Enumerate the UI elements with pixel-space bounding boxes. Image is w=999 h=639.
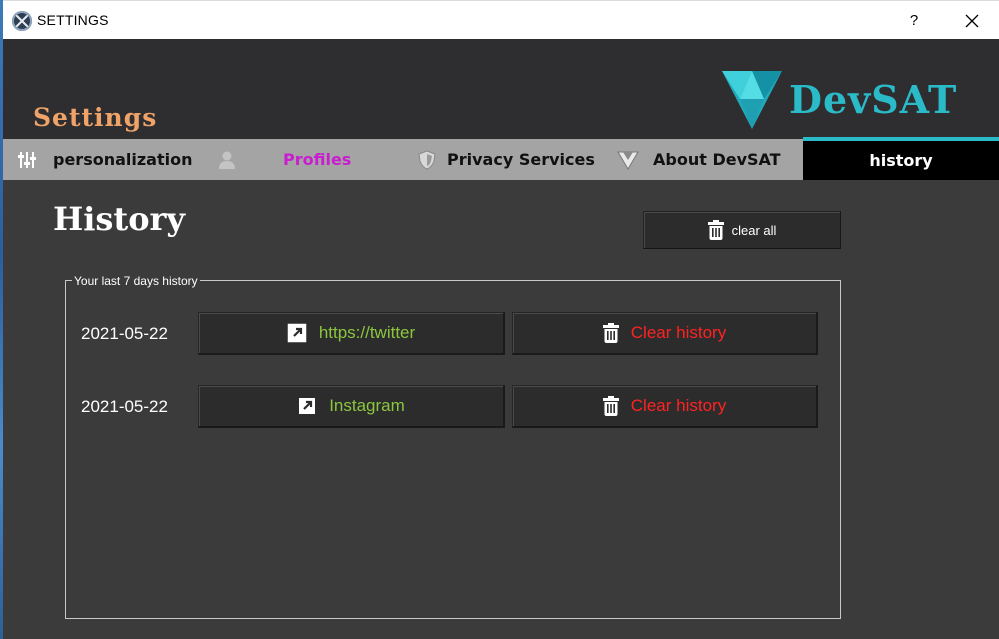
open-link-button[interactable]: Instagram xyxy=(198,385,505,428)
tab-personalization-label: personalization xyxy=(53,150,193,169)
page-title: History xyxy=(53,200,185,238)
tab-profiles[interactable]: Profiles xyxy=(283,139,351,180)
brand-name: DevSAT xyxy=(789,77,958,122)
clear-history-label: Clear history xyxy=(630,396,727,415)
sliders-icon xyxy=(18,151,36,168)
tab-history[interactable]: history xyxy=(803,139,999,180)
trash-icon xyxy=(602,396,619,416)
clear-history-button[interactable]: Clear history xyxy=(512,312,818,355)
open-link-button[interactable]: https://twitter xyxy=(198,312,505,355)
settings-window: SETTINGS ? Settings DevSAT personalizati… xyxy=(3,0,999,639)
link-label: https://twitter xyxy=(318,323,416,342)
close-button[interactable] xyxy=(957,7,987,35)
tab-profiles-icon-area[interactable] xyxy=(217,139,237,180)
history-group-label: Your last 7 days history xyxy=(72,274,200,288)
tab-about-label: About DevSAT xyxy=(653,150,781,169)
user-icon xyxy=(219,151,235,169)
settings-section-title: Settings xyxy=(33,103,158,132)
close-icon xyxy=(965,14,979,28)
tab-about-devsat[interactable]: About DevSAT xyxy=(617,139,781,180)
app-icon xyxy=(12,11,32,31)
settings-header: Settings DevSAT xyxy=(3,39,999,139)
external-link-icon xyxy=(299,398,316,414)
history-date: 2021-05-22 xyxy=(81,397,168,416)
logo-icon xyxy=(617,151,639,170)
external-link-icon xyxy=(287,323,307,343)
clear-all-label: clear all xyxy=(731,222,777,238)
tab-privacy-services[interactable]: Privacy Services xyxy=(417,139,595,180)
devsat-logo-icon xyxy=(722,71,782,129)
shield-icon xyxy=(418,149,436,170)
clear-all-button[interactable]: clear all xyxy=(643,211,841,249)
tab-privacy-label: Privacy Services xyxy=(447,150,595,169)
title-bar: SETTINGS ? xyxy=(3,0,999,40)
tab-personalization[interactable]: personalization xyxy=(17,139,193,180)
tab-profiles-label: Profiles xyxy=(283,150,352,169)
help-button[interactable]: ? xyxy=(899,9,929,33)
clear-history-button[interactable]: Clear history xyxy=(512,385,818,428)
tab-history-label: history xyxy=(869,151,933,170)
tab-bar: personalization Profiles Privacy Service… xyxy=(3,139,999,180)
clear-history-label: Clear history xyxy=(630,323,727,342)
window-title: SETTINGS xyxy=(37,12,109,28)
link-label: Instagram xyxy=(329,396,405,415)
trash-icon xyxy=(602,323,619,343)
trash-icon xyxy=(707,220,724,240)
history-date: 2021-05-22 xyxy=(81,324,168,343)
